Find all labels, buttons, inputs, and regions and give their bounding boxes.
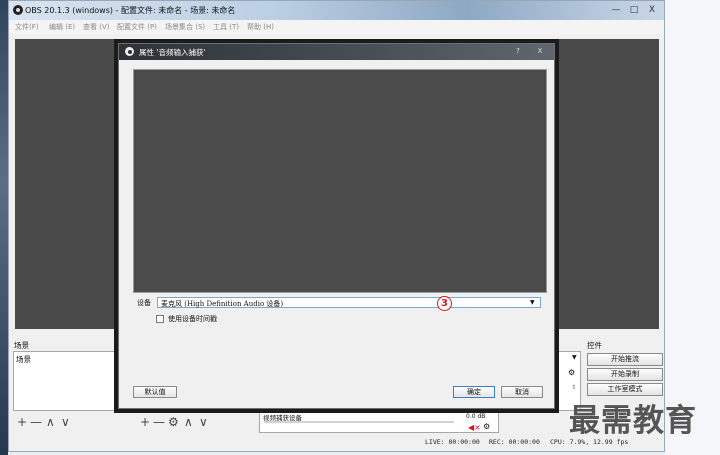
menu-scene-collection[interactable]: 场景集合 (S) (165, 22, 205, 32)
transition-gear-icon[interactable]: ⚙ (568, 368, 575, 377)
cancel-button[interactable]: 取消 (501, 386, 543, 398)
menu-file[interactable]: 文件(F) (15, 22, 39, 32)
status-live: LIVE: 00:00:00 (425, 438, 480, 446)
dialog-source-preview (133, 69, 547, 293)
maximize-button[interactable]: □ (625, 3, 643, 17)
move-source-up-button[interactable]: ∧ (184, 415, 193, 429)
duration-spinner-icon[interactable]: ⇕ (571, 384, 576, 391)
start-recording-button[interactable]: 开始录制 (587, 368, 663, 381)
mixer-level: 0.0 dB (466, 413, 486, 420)
start-streaming-button[interactable]: 开始推流 (587, 353, 663, 366)
menu-profile[interactable]: 配置文件 (P) (117, 22, 157, 32)
source-settings-gear-icon[interactable]: ⚙ (168, 415, 179, 429)
scenes-list[interactable]: 场景 (13, 351, 131, 411)
dialog-title: 属性 '音频输入捕获' (139, 48, 206, 57)
defaults-button[interactable]: 默认值 (133, 386, 177, 398)
title-bar: OBS 20.1.3 (windows) - 配置文件: 未命名 - 场景: 未… (9, 1, 664, 20)
audio-mixer: 视频捕获设备 0.0 dB ◀× ⚙ (259, 409, 499, 433)
properties-dialog: 属性 '音频输入捕获' ? X 设备 麦克风 (High Definition … (118, 43, 555, 409)
dialog-help-button[interactable]: ? (509, 46, 527, 57)
ok-button[interactable]: 确定 (453, 386, 495, 398)
mixer-gear-icon[interactable]: ⚙ (483, 422, 490, 431)
desktop-right-edge (665, 0, 720, 455)
device-dropdown-value: 麦克风 (High Definition Audio 设备) (161, 300, 284, 308)
menu-tools[interactable]: 工具 (T) (213, 22, 239, 32)
window-title: OBS 20.1.3 (windows) - 配置文件: 未命名 - 场景: 未… (25, 6, 236, 15)
scenes-dock-title: 场景 (14, 341, 29, 350)
menu-edit[interactable]: 编辑 (E) (49, 22, 75, 32)
close-button[interactable]: X (643, 3, 661, 17)
device-dropdown[interactable]: 麦克风 (High Definition Audio 设备) ▼ (157, 297, 541, 308)
use-device-timestamps-label: 使用设备时间戳 (168, 315, 217, 323)
status-rec: REC: 00:00:00 (489, 438, 540, 446)
dialog-obs-logo-icon (125, 47, 134, 56)
mixer-level-meter (264, 421, 454, 423)
move-scene-up-button[interactable]: ∧ (46, 415, 55, 429)
desktop-left-edge (0, 0, 8, 455)
dialog-title-bar: 属性 '音频输入捕获' ? X (119, 44, 554, 60)
dialog-close-button[interactable]: X (531, 46, 549, 57)
obs-logo-icon (13, 5, 23, 15)
add-source-button[interactable]: + (140, 415, 150, 429)
mute-icon[interactable]: ◀× (468, 423, 481, 432)
controls-dock-title: 控件 (587, 341, 602, 350)
use-device-timestamps-checkbox[interactable] (156, 315, 164, 323)
minimize-button[interactable]: — (607, 3, 625, 17)
watermark-text: 最需教育 (569, 403, 697, 439)
move-source-down-button[interactable]: ∨ (199, 415, 208, 429)
transition-dropdown-chevron-down-icon[interactable]: ▼ (572, 354, 577, 361)
remove-scene-button[interactable]: — (30, 415, 42, 429)
scene-item[interactable]: 场景 (16, 354, 31, 365)
step-number-badge: 3 (437, 296, 452, 311)
device-label: 设备 (137, 299, 151, 307)
menu-help[interactable]: 帮助 (H) (247, 22, 274, 32)
menu-bar: 文件(F) 编辑 (E) 查看 (V) 配置文件 (P) 场景集合 (S) 工具… (9, 20, 664, 34)
menu-view[interactable]: 查看 (V) (83, 22, 109, 32)
remove-source-button[interactable]: — (153, 415, 165, 429)
device-dropdown-chevron-down-icon[interactable]: ▼ (530, 299, 535, 306)
move-scene-down-button[interactable]: ∨ (61, 415, 70, 429)
add-scene-button[interactable]: + (17, 415, 27, 429)
